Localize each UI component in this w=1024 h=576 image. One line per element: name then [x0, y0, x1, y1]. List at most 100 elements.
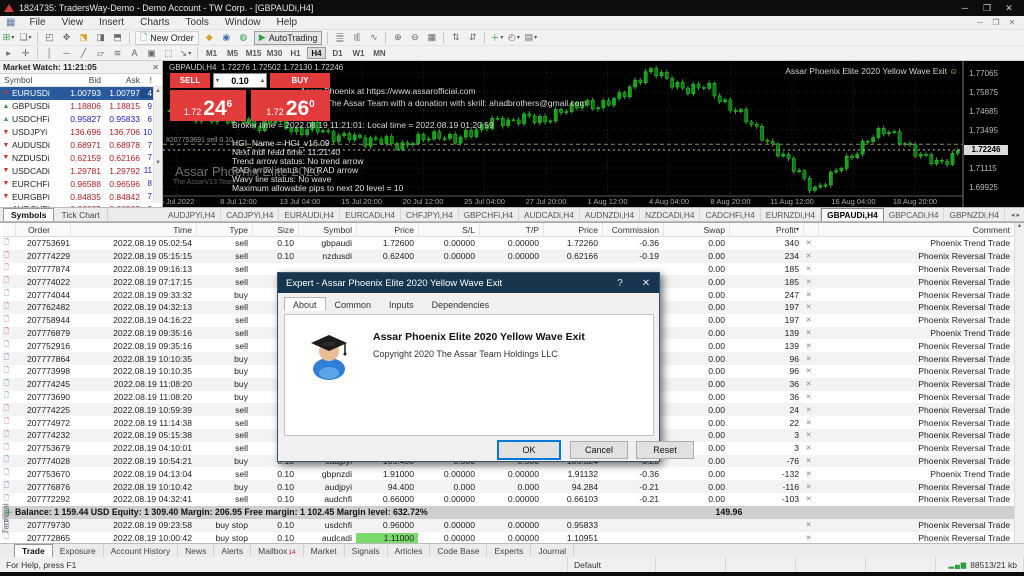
market-watch-row[interactable]: ▼USDCADi1.297811.2979211: [0, 164, 162, 177]
timeframe-m15[interactable]: M15: [244, 47, 263, 59]
bar-chart-icon[interactable]: 𝄛: [331, 31, 348, 45]
status-profile[interactable]: Default: [568, 557, 656, 572]
maximize-icon[interactable]: ❐: [976, 3, 998, 14]
cancel-button[interactable]: Cancel: [570, 441, 628, 459]
chart-tab-cadjpyih4[interactable]: CADJPYi,H4: [221, 208, 279, 221]
buy-price-display[interactable]: 1.72260: [251, 90, 330, 121]
timeframe-w1[interactable]: W1: [349, 47, 368, 59]
terminal-tab-signals[interactable]: Signals: [345, 545, 388, 557]
buy-button[interactable]: BUY: [270, 73, 330, 88]
dialog-help-icon[interactable]: ?: [607, 278, 633, 289]
market-watch-tab-tick-chart[interactable]: Tick Chart: [54, 208, 107, 221]
market-watch-row[interactable]: ▼EURGBPi0.848350.848427: [0, 190, 162, 203]
column-header-blank[interactable]: [803, 223, 818, 236]
templates-icon[interactable]: ▤▾: [522, 31, 539, 45]
profile-user-icon[interactable]: ◉: [218, 31, 235, 45]
chart-tab-gbpcadih4[interactable]: GBPCADi,H4: [884, 208, 945, 221]
market-watch-row[interactable]: ▼EURCHFi0.965880.965968: [0, 177, 162, 190]
zoom-in-icon[interactable]: ⊕: [389, 31, 406, 45]
market-watch-row[interactable]: ▲GBPUSDi1.188061.188159: [0, 100, 162, 113]
terminal-tab-account-history[interactable]: Account History: [104, 545, 179, 557]
chart-tab-gbpnzdih4[interactable]: GBPNZDi,H4: [944, 208, 1004, 221]
chart-tab-chfjpyih4[interactable]: CHFJPYi,H4: [401, 208, 459, 221]
child-restore-icon[interactable]: ❐: [988, 18, 1004, 27]
timeframe-h1[interactable]: H1: [286, 47, 305, 59]
child-close-icon[interactable]: ✕: [1004, 18, 1020, 27]
table-row[interactable]: 🗋2077768762022.08.19 10:10:42buy0.10audj…: [2, 480, 1014, 493]
menu-item-insert[interactable]: Insert: [91, 17, 132, 28]
close-trade-icon[interactable]: ✕: [803, 431, 818, 439]
column-bid[interactable]: Bid: [59, 75, 101, 85]
market-watch-scrollbar[interactable]: ▲▼: [153, 87, 162, 203]
menu-item-tools[interactable]: Tools: [178, 17, 217, 28]
table-row[interactable]: 🗋2077722922022.08.19 04:32:41sell0.10aud…: [2, 493, 1014, 506]
close-trade-icon[interactable]: ✕: [803, 329, 818, 337]
autotrading-button[interactable]: ▶AutoTrading: [254, 31, 323, 45]
dialog-tab-about[interactable]: About: [284, 297, 326, 311]
terminal-tab-market[interactable]: Market: [304, 545, 345, 557]
ok-button[interactable]: OK: [498, 441, 560, 459]
close-trade-icon[interactable]: ✕: [803, 419, 818, 427]
terminal-tab-articles[interactable]: Articles: [388, 545, 431, 557]
volume-down-icon[interactable]: ▾: [216, 77, 219, 84]
fibonacci-icon[interactable]: ≋: [109, 46, 126, 60]
column-header-price[interactable]: Price: [543, 223, 602, 236]
column-header-commission[interactable]: Commission: [602, 223, 663, 236]
market-watch-row[interactable]: ▼USDJPYi136.696136.70610: [0, 126, 162, 139]
market-watch-row[interactable]: ▼AUDUSDi0.689710.689787: [0, 139, 162, 152]
market-watch-close-icon[interactable]: ✕: [152, 63, 159, 72]
cursor-icon[interactable]: ▸: [0, 46, 17, 60]
sell-button[interactable]: SELL: [170, 73, 210, 88]
menu-item-window[interactable]: Window: [217, 17, 269, 28]
close-trade-icon[interactable]: ✕: [803, 265, 818, 273]
close-trade-icon[interactable]: ✕: [803, 355, 818, 363]
minimize-icon[interactable]: ─: [954, 3, 976, 14]
column-header-type[interactable]: Type: [196, 223, 252, 236]
timeframe-m1[interactable]: M1: [202, 47, 221, 59]
new-chart-icon[interactable]: ⊞▾: [0, 31, 17, 45]
close-trade-icon[interactable]: ✕: [803, 444, 818, 452]
terminal-tab-experts[interactable]: Experts: [487, 545, 531, 557]
profiles-icon[interactable]: ❏▾: [17, 31, 34, 45]
column-header-price[interactable]: Price: [356, 223, 418, 236]
chart-tab-gbpchfih4[interactable]: GBPCHFi,H4: [459, 208, 519, 221]
dialog-title-bar[interactable]: Expert - Assar Phoenix Elite 2020 Yellow…: [278, 273, 659, 293]
chart-autoscroll-icon[interactable]: ✥: [58, 31, 75, 45]
close-trade-icon[interactable]: ✕: [803, 534, 818, 542]
new-order-button[interactable]: 🗋New Order: [135, 31, 199, 45]
column-header-time[interactable]: Time: [70, 223, 196, 236]
menu-item-view[interactable]: View: [54, 17, 92, 28]
column-header-size[interactable]: Size: [252, 223, 298, 236]
close-trade-icon[interactable]: ✕: [803, 483, 818, 491]
timeframe-h4[interactable]: H4: [307, 47, 326, 59]
shapes-icon[interactable]: ⬚: [160, 46, 177, 60]
chart-tabs-scroll-icons[interactable]: ◂ ▸: [1007, 211, 1024, 219]
column-header-tp[interactable]: T/P: [479, 223, 543, 236]
close-trade-icon[interactable]: ✕: [803, 316, 818, 324]
crosshair-cursor-icon[interactable]: ⬔: [75, 31, 92, 45]
sell-price-display[interactable]: 1.72246: [170, 90, 246, 121]
timeframe-d1[interactable]: D1: [328, 47, 347, 59]
child-minimize-icon[interactable]: ─: [972, 18, 988, 27]
terminal-scrollbar[interactable]: ▲: [1014, 223, 1024, 543]
close-trade-icon[interactable]: ✕: [803, 291, 818, 299]
market-watch-tab-symbols[interactable]: Symbols: [3, 208, 54, 221]
close-icon[interactable]: ✕: [998, 3, 1020, 14]
close-trade-icon[interactable]: ✕: [803, 278, 818, 286]
close-trade-icon[interactable]: ✕: [803, 367, 818, 375]
zoom-out-icon[interactable]: ⊖: [406, 31, 423, 45]
table-row[interactable]: 🗋2077728652022.08.19 10:00:42buy stop0.1…: [2, 532, 1014, 543]
terminal-tab-alerts[interactable]: Alerts: [214, 545, 251, 557]
chart-area[interactable]: GBPAUDi,H4 1.72276 1.72502 1.72130 1.722…: [163, 61, 1024, 207]
close-trade-icon[interactable]: ✕: [803, 521, 818, 529]
timeframe-m5[interactable]: M5: [223, 47, 242, 59]
text-tool-icon[interactable]: A: [126, 46, 143, 60]
windows-layout-icon[interactable]: ◨: [92, 31, 109, 45]
terminal-tab-trade[interactable]: Trade: [14, 544, 53, 558]
data-window-icon[interactable]: ⬒: [109, 31, 126, 45]
chart-tab-euraudih4[interactable]: EURAUDi,H4: [279, 208, 340, 221]
chart-tab-audjpyih4[interactable]: AUDJPYi,H4: [163, 208, 221, 221]
candlestick-chart-icon[interactable]: ⫾⫿: [348, 31, 365, 45]
arrange-vertical-icon[interactable]: ⇵: [464, 31, 481, 45]
column-header-comment[interactable]: Comment: [818, 223, 1014, 236]
